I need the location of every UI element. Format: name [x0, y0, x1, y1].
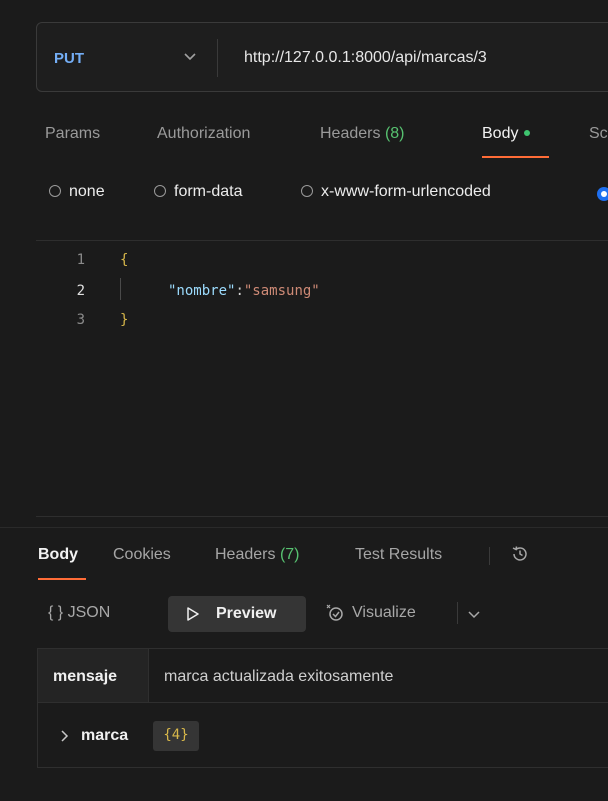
visualize-button[interactable]: Visualize — [352, 604, 416, 622]
request-url-bar: PUT http://127.0.0.1:8000/api/marcas/3 — [36, 22, 608, 92]
resp-headers-count: (7) — [279, 546, 300, 563]
headers-count: (8) — [384, 125, 405, 142]
format-json-button[interactable]: { } JSON — [48, 604, 110, 622]
tab-authorization[interactable]: Authorization — [157, 125, 250, 143]
response-divider — [0, 527, 608, 528]
json-value: "samsung" — [243, 283, 320, 299]
resp-tab-test-results[interactable]: Test Results — [355, 546, 442, 564]
tab-headers[interactable]: Headers (8) — [320, 125, 405, 143]
history-icon[interactable] — [509, 543, 531, 565]
url-input[interactable]: http://127.0.0.1:8000/api/marcas/3 — [244, 49, 487, 67]
preview-button[interactable]: Preview — [168, 596, 306, 632]
row-value: marca actualizada exitosamente — [164, 668, 394, 685]
line-number: 3 — [76, 312, 85, 328]
chevron-right-icon[interactable] — [60, 730, 69, 742]
body-editor[interactable] — [36, 240, 608, 517]
json-key: "nombre" — [168, 283, 236, 299]
json-open-brace: { — [120, 252, 129, 268]
resp-tab-cookies[interactable]: Cookies — [113, 546, 171, 564]
tab-body-label: Body — [482, 125, 519, 142]
json-line: "nombre":"samsung" — [168, 283, 320, 299]
tab-scripts[interactable]: Sc — [589, 125, 608, 143]
radio-circle-icon — [49, 184, 61, 197]
url-divider — [217, 39, 218, 77]
tab-body[interactable]: Body — [482, 125, 531, 143]
radio-urlencoded-label: x-www-form-urlencoded — [321, 183, 491, 200]
table-row: mensaje marca actualizada exitosamente — [38, 649, 608, 703]
row-key-expandable[interactable]: marca — [81, 727, 128, 745]
resp-tab-headers-label: Headers — [215, 546, 276, 563]
preview-table: mensaje marca actualizada exitosamente m… — [37, 648, 608, 768]
resp-active-underline — [38, 578, 86, 580]
line-number: 1 — [76, 252, 85, 268]
radio-circle-icon — [301, 184, 313, 197]
chevron-down-icon[interactable] — [468, 610, 480, 619]
json-close-brace: } — [120, 312, 129, 328]
tab-params[interactable]: Params — [45, 125, 100, 143]
tab-headers-label: Headers — [320, 125, 381, 142]
resp-tab-separator — [489, 547, 490, 565]
radio-form-data-label: form-data — [174, 183, 243, 200]
visualize-separator — [457, 602, 458, 624]
json-colon: : — [235, 283, 244, 299]
count-text: {4} — [163, 727, 189, 743]
radio-circle-icon — [154, 184, 166, 197]
count-badge: {4} — [153, 721, 199, 751]
resp-tab-headers[interactable]: Headers (7) — [215, 546, 300, 564]
key-cell: mensaje — [38, 649, 149, 702]
radio-none-label: none — [69, 183, 105, 200]
body-modified-dot — [524, 129, 531, 136]
active-tab-underline — [482, 156, 549, 158]
method-select[interactable]: PUT — [54, 50, 84, 67]
line-number: 2 — [76, 283, 85, 299]
preview-label: Preview — [216, 605, 277, 622]
resp-tab-body[interactable]: Body — [38, 546, 78, 564]
chevron-down-icon[interactable] — [183, 52, 197, 62]
radio-form-data[interactable]: form-data — [154, 183, 242, 201]
radio-urlencoded[interactable]: x-www-form-urlencoded — [301, 183, 491, 201]
indent-guide — [120, 278, 121, 300]
visualize-icon[interactable] — [324, 602, 346, 624]
play-icon — [187, 607, 199, 621]
row-key: mensaje — [53, 668, 118, 685]
radio-raw-selected[interactable] — [597, 187, 608, 201]
radio-none[interactable]: none — [49, 183, 105, 201]
